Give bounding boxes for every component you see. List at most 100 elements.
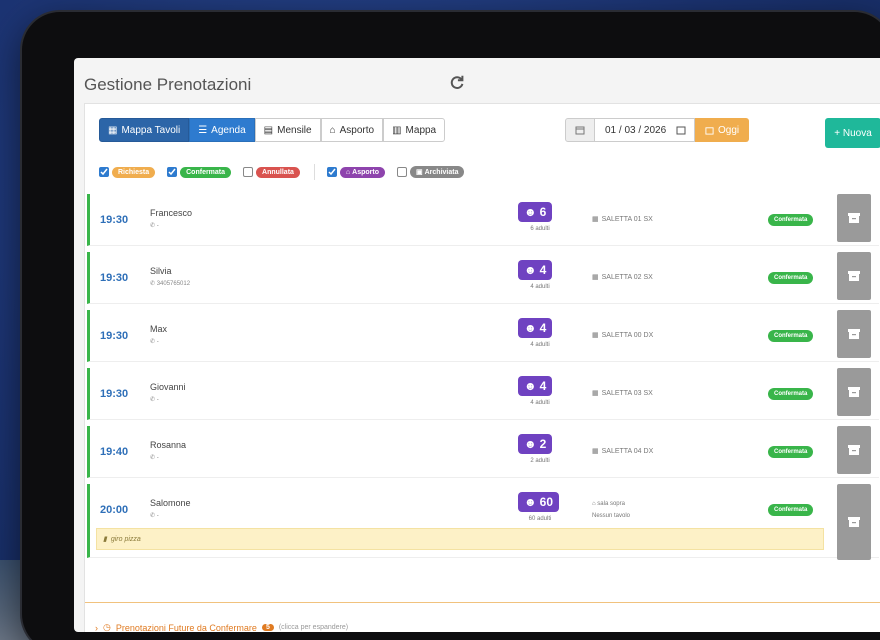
view-button-mappa[interactable]: ▥ Mappa bbox=[383, 118, 446, 142]
archive-icon bbox=[848, 271, 860, 281]
expand-hint: (clicca per espandere) bbox=[278, 624, 349, 631]
archive-icon bbox=[848, 329, 860, 339]
reservation-name: Salomone bbox=[150, 498, 191, 508]
filter-confermata[interactable]: Confermata bbox=[167, 166, 232, 178]
reservation-phone: ✆ - bbox=[150, 397, 159, 403]
filter-label: ⌂ Asporto bbox=[339, 166, 385, 178]
archive-button[interactable] bbox=[837, 484, 871, 560]
users-icon: ☻ bbox=[524, 321, 537, 335]
filter-label: Confermata bbox=[180, 166, 232, 178]
room-label: ⌂ sala sopra bbox=[592, 501, 625, 507]
reservation-time: 19:30 bbox=[100, 214, 129, 226]
filter-label: Annullata bbox=[256, 166, 300, 178]
table-icon: ▦ bbox=[592, 448, 599, 455]
reservation-phone: ✆ 3405765012 bbox=[150, 281, 191, 287]
reservation-time: 20:00 bbox=[100, 504, 129, 516]
archive-icon bbox=[848, 517, 860, 527]
tablet-frame: Gestione Prenotazioni ▦ Mappa Tavoli ☰ A… bbox=[22, 12, 880, 640]
home-icon: ⌂ bbox=[592, 501, 596, 507]
reservation-name: Rosanna bbox=[150, 440, 187, 450]
no-table-label: Nessun tavolo bbox=[592, 513, 631, 519]
status-filters: Richiesta Confermata Annullata ⌂Asporto bbox=[99, 164, 476, 180]
new-reservation-button[interactable]: + Nuova bbox=[825, 118, 880, 148]
filter-richiesta[interactable]: Richiesta bbox=[99, 166, 156, 178]
reservation-row[interactable]: 19:30 Silvia ✆ 3405765012 ☻ 4 4 adulti ▦ S… bbox=[87, 252, 879, 304]
view-button-agenda[interactable]: ☰ Agenda bbox=[189, 118, 255, 142]
view-button-mensile[interactable]: ▤ Mensile bbox=[254, 118, 321, 142]
reservation-phone: ✆ - bbox=[150, 455, 159, 461]
reservation-time: 19:30 bbox=[100, 330, 129, 342]
phone-icon: ✆ bbox=[150, 281, 156, 287]
table-assignment: ▦ SALETTA 01 SX bbox=[592, 215, 653, 224]
section-divider bbox=[85, 602, 880, 603]
guests-detail: 60 adulti bbox=[528, 516, 552, 522]
checkbox[interactable] bbox=[326, 167, 337, 177]
reservation-name: Francesco bbox=[150, 208, 193, 218]
table-icon: ▦ bbox=[592, 216, 599, 223]
checkbox[interactable] bbox=[243, 167, 254, 177]
reservation-row[interactable]: 19:30 Giovanni ✆ - ☻ 4 4 adulti ▦ SALETTA … bbox=[87, 368, 879, 420]
guests-badge: ☻ 6 bbox=[518, 202, 553, 222]
reservation-row[interactable]: 19:30 Francesco ✆ - ☻ 6 6 adulti ▦ SALETTA… bbox=[87, 194, 879, 246]
calendar-icon bbox=[676, 126, 686, 135]
archive-button[interactable] bbox=[837, 426, 871, 474]
reservation-note: ▮ giro pizza bbox=[96, 528, 824, 550]
archive-button[interactable] bbox=[837, 194, 871, 242]
status-badge: Confermata bbox=[768, 214, 814, 226]
future-reservations-toggle[interactable]: › ◷ Prenotazioni Future da Confermare 5 … bbox=[95, 622, 348, 632]
note-icon: ▮ bbox=[103, 536, 107, 543]
archive-icon bbox=[848, 213, 860, 223]
reservation-row[interactable]: 19:40 Rosanna ✆ - ☻ 2 2 adulti ▦ SALETTA 0… bbox=[87, 426, 879, 478]
users-icon: ☻ bbox=[524, 379, 537, 393]
checkbox[interactable] bbox=[397, 167, 407, 177]
reservation-time: 19:30 bbox=[100, 388, 129, 400]
filter-archiviata[interactable]: ▣ Archiviata bbox=[397, 166, 465, 178]
phone-icon: ✆ bbox=[150, 397, 156, 403]
phone-icon: ✆ bbox=[150, 339, 156, 345]
guests-badge: ☻ 60 bbox=[518, 492, 559, 512]
checkbox[interactable] bbox=[167, 167, 178, 177]
users-icon: ☻ bbox=[524, 263, 537, 277]
archive-button[interactable] bbox=[837, 368, 871, 416]
view-button-asporto[interactable]: ⌂ Asporto bbox=[320, 118, 384, 142]
view-switcher: ▦ Mappa Tavoli ☰ Agenda ▤ Mensile ⌂ Aspo… bbox=[99, 118, 446, 142]
status-badge: Confermata bbox=[768, 446, 814, 458]
date-picker: 01 / 03 / 2026 Oggi bbox=[565, 118, 750, 142]
reservation-phone: ✆ - bbox=[150, 339, 159, 345]
app-screen: Gestione Prenotazioni ▦ Mappa Tavoli ☰ A… bbox=[74, 58, 880, 632]
guests-badge: ☻ 4 bbox=[518, 260, 553, 280]
filter-label: Richiesta bbox=[112, 166, 156, 178]
reservation-row[interactable]: 20:00 Salomone ✆ - ☻ 60 60 adulti ⌂ sala … bbox=[87, 484, 879, 558]
filter-label: ▣ Archiviata bbox=[410, 166, 465, 178]
calendar-icon bbox=[705, 126, 714, 135]
status-badge: Confermata bbox=[768, 388, 814, 400]
users-icon: ☻ bbox=[524, 495, 537, 509]
filter-annullata[interactable]: Annullata bbox=[243, 166, 300, 178]
status-badge: Confermata bbox=[768, 504, 814, 516]
reservation-time: 19:40 bbox=[100, 446, 129, 458]
date-input[interactable]: 01 / 03 / 2026 bbox=[595, 118, 695, 142]
guests-badge: ☻ 2 bbox=[518, 434, 553, 454]
phone-icon: ✆ bbox=[150, 455, 156, 461]
table-assignment: ▦ SALETTA 00 DX bbox=[592, 331, 654, 340]
refresh-icon[interactable] bbox=[448, 74, 466, 92]
phone-icon: ✆ bbox=[150, 513, 156, 519]
view-button-mappa-tavoli[interactable]: ▦ Mappa Tavoli bbox=[99, 118, 190, 142]
table-icon: ▦ bbox=[592, 390, 599, 397]
reservation-name: Silvia bbox=[150, 266, 172, 276]
map-icon: ▥ bbox=[392, 124, 402, 136]
list-icon: ☰ bbox=[198, 124, 208, 136]
guests-detail: 4 adulti bbox=[530, 342, 550, 348]
today-button[interactable]: Oggi bbox=[695, 118, 750, 142]
bag-icon: ⌂ bbox=[329, 124, 336, 136]
filter-asporto[interactable]: ⌂ Asporto bbox=[326, 166, 385, 178]
guests-detail: 6 adulti bbox=[530, 226, 550, 232]
calendar-icon: ▤ bbox=[263, 124, 274, 136]
archive-button[interactable] bbox=[837, 310, 871, 358]
archive-button[interactable] bbox=[837, 252, 871, 300]
checkbox[interactable] bbox=[99, 167, 109, 177]
reservation-row[interactable]: 19:30 Max ✆ - ☻ 4 4 adulti ▦ SALETTA 00 DX… bbox=[87, 310, 879, 362]
table-icon: ▦ bbox=[592, 274, 599, 281]
guests-detail: 4 adulti bbox=[530, 400, 550, 406]
users-icon: ☻ bbox=[524, 205, 537, 219]
